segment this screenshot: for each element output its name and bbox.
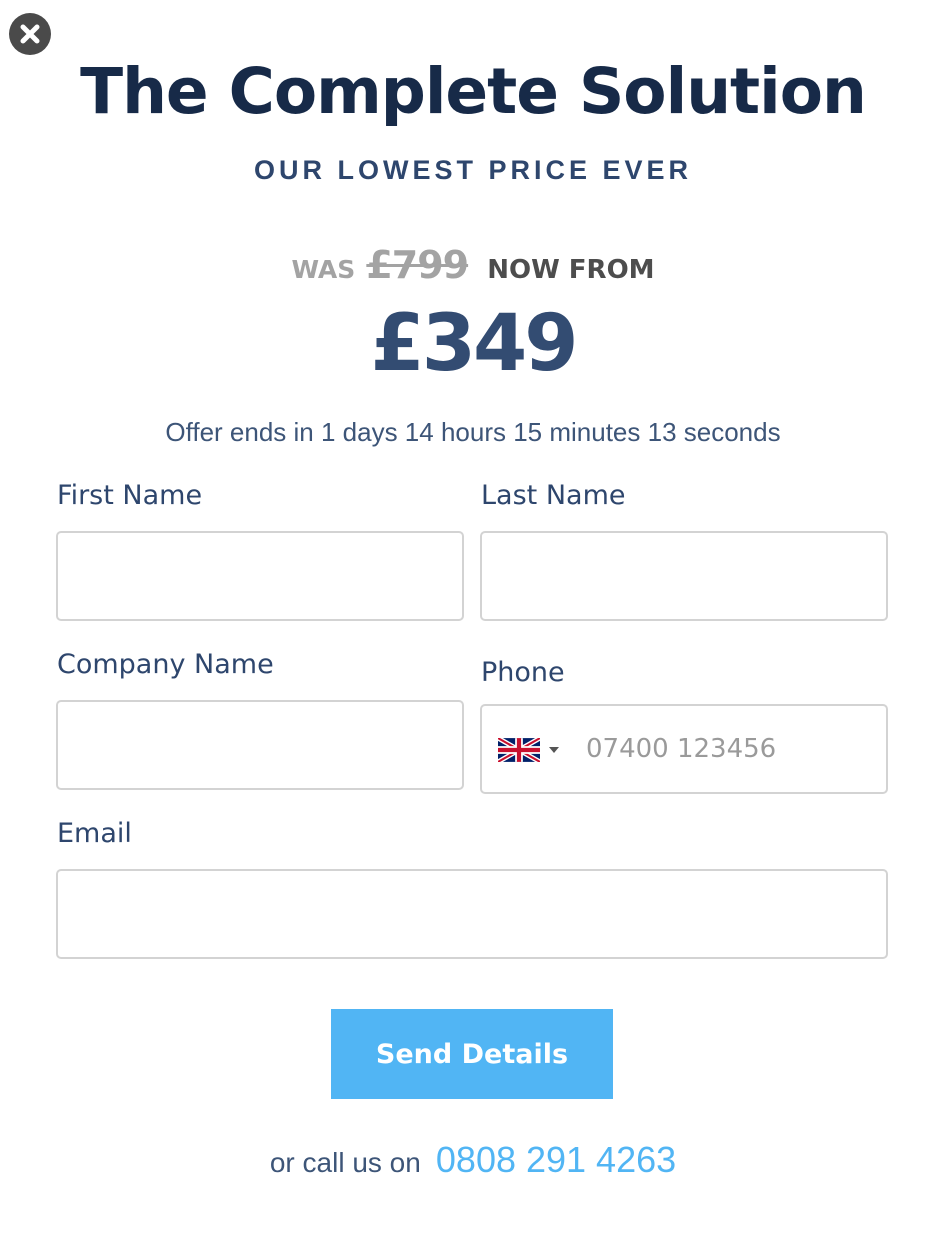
chevron-down-icon — [549, 747, 559, 753]
email-field[interactable] — [56, 869, 888, 959]
uk-flag-icon — [498, 738, 540, 762]
close-icon — [20, 24, 40, 44]
company-name-label: Company Name — [57, 649, 274, 680]
send-details-button[interactable]: Send Details — [331, 1009, 613, 1099]
was-label: WAS — [291, 255, 356, 284]
first-name-field[interactable] — [56, 531, 464, 621]
offer-countdown: Offer ends in 1 days 14 hours 15 minutes… — [165, 417, 781, 447]
last-name-field[interactable] — [480, 531, 888, 621]
close-button[interactable] — [9, 13, 51, 55]
email-label: Email — [57, 818, 132, 849]
first-name-label: First Name — [57, 480, 203, 511]
modal-title: The Complete Solution — [80, 55, 867, 128]
company-name-input[interactable] — [58, 702, 462, 788]
current-price: £349 — [370, 299, 578, 389]
phone-field[interactable] — [480, 704, 888, 794]
phone-number-link[interactable]: 0808 291 4263 — [436, 1139, 676, 1180]
company-name-field[interactable] — [56, 700, 464, 790]
last-name-label: Last Name — [481, 480, 626, 511]
phone-label: Phone — [481, 657, 565, 688]
last-name-input[interactable] — [482, 533, 886, 619]
old-price: £799 — [366, 243, 469, 287]
country-code-selector[interactable] — [498, 736, 559, 764]
call-us-line: or call us on 0808 291 4263 — [0, 1138, 946, 1189]
call-us-text: or call us on — [269, 1147, 421, 1178]
email-input[interactable] — [58, 871, 886, 957]
now-from-label: NOW FROM — [487, 255, 655, 285]
first-name-input[interactable] — [58, 533, 462, 619]
modal-subtitle: OUR LOWEST PRICE EVER — [253, 155, 693, 185]
price-comparison: WAS £799 NOW FROM — [0, 240, 946, 298]
